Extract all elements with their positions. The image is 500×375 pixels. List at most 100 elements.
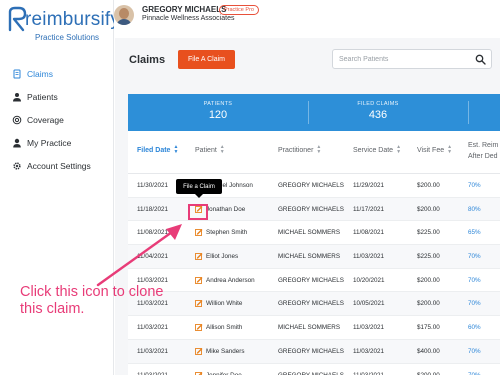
cell-est-reimbursement: 70% [468,182,481,189]
stat-label: PATIENTS [203,101,233,107]
clone-claim-icon[interactable] [195,299,203,308]
document-icon [11,68,22,79]
cell-est-reimbursement: 70% [468,371,481,375]
cell-filed-date: 11/03/2021 [137,371,169,375]
cell-est-reimbursement: 80% [468,205,481,213]
annotation-text: Click this icon to clone this claim. [20,284,164,317]
cell-patient[interactable]: Willion White [206,300,242,307]
cell-visit-fee: $225.00 [417,253,440,261]
cell-filed-date: 11/03/2021 [137,347,169,355]
coverage-icon [11,114,22,125]
header-filed-date[interactable]: Filed Date ▲ ▼ [137,145,178,155]
search-icon[interactable] [475,54,486,65]
sidebar-item-claims[interactable]: Claims [0,62,114,85]
top-bar: GREGORY MICHAELS Practice Pro Pinnacle W… [114,0,500,38]
header-patient[interactable]: Patient ▲ ▼ [195,145,225,155]
users-icon [11,91,22,102]
table-row[interactable]: 11/03/2021 Jennifer Doe GREGORY MICHAELS 11… [128,364,500,375]
sidebar-item-label: My Practice [27,137,72,148]
cell-filed-date: 11/30/2021 [137,182,169,189]
sidebar-nav: Claims Patients Coverage My Practice Acc… [0,62,114,177]
clone-claim-icon[interactable] [195,323,203,332]
cell-patient[interactable]: Jennifer Doe [206,372,242,375]
cell-filed-date: 11/03/2021 [137,324,169,332]
brand-subtitle: Practice Solutions [35,33,100,42]
header-practitioner[interactable]: Practitioner ▲ ▼ [278,145,321,155]
header-service-date[interactable]: Service Date ▲ ▼ [353,145,401,155]
cell-visit-fee: $200.00 [417,182,440,189]
cell-visit-fee: $200.00 [417,300,440,308]
cell-patient[interactable]: Jonathan Doe [206,206,245,213]
cell-patient[interactable]: Allison Smith [206,324,242,331]
stat-divider [468,101,469,124]
stat-divider [308,101,309,124]
logo[interactable]: reimbursify Practice Solutions [6,6,120,46]
sidebar-item-account-settings[interactable]: Account Settings [0,154,114,177]
header-est-reimbursement[interactable]: Est. Reim After Ded [468,140,498,162]
stat-patients: PATIENTS 120 [173,101,263,121]
sidebar-item-coverage[interactable]: Coverage [0,108,114,131]
brand-name: reimbursify [25,9,121,30]
main-content: Claims File A Claim PATIENTS 120 FILED C… [115,38,500,375]
cell-practitioner: GREGORY MICHAELS [278,276,344,284]
cell-practitioner: GREGORY MICHAELS [278,182,344,189]
page-title: Claims [129,54,166,66]
plan-badge: Practice Pro [219,5,259,15]
sidebar: reimbursify Practice Solutions Claims Pa… [0,0,120,375]
cell-est-reimbursement: 70% [468,347,481,355]
cell-patient[interactable]: Stephen Smith [206,229,247,236]
sidebar-item-my-practice[interactable]: My Practice [0,131,114,154]
cell-service-date: 11/29/2021 [353,182,385,189]
table-row[interactable]: 11/03/2021 Mike Sanders GREGORY MICHAELS 11… [128,339,500,364]
table-row[interactable]: 11/03/2021 Allison Smith MICHAEL SOMMERS 11… [128,316,500,340]
sidebar-item-patients[interactable]: Patients [0,85,114,108]
cell-filed-date: 11/04/2021 [137,253,169,261]
clone-claim-icon[interactable] [195,228,203,237]
stat-value: 120 [208,109,228,121]
cell-filed-date: 11/18/2021 [137,205,169,213]
cell-service-date: 11/17/2021 [353,205,385,213]
search-input[interactable] [339,53,464,66]
avatar[interactable] [114,5,134,25]
cell-patient[interactable]: Mike Sanders [206,348,245,355]
cell-service-date: 10/20/2021 [353,276,385,284]
cell-visit-fee: $400.00 [417,347,440,355]
stat-label: FILED CLAIMS [357,101,399,107]
cell-visit-fee: $200.00 [417,371,440,375]
table-row[interactable]: 11/18/2021 Jonathan Doe GREGORY MICHAELS 11… [128,197,500,222]
person-icon [11,137,22,148]
cell-practitioner: GREGORY MICHAELS [278,371,344,375]
cell-patient[interactable]: Andrea Anderson [206,277,255,284]
cell-visit-fee: $225.00 [417,229,440,237]
file-claim-button[interactable]: File A Claim [178,50,235,69]
cell-est-reimbursement: 65% [468,229,481,237]
clone-claim-icon[interactable] [195,252,203,261]
table-header: Filed Date ▲ ▼ Patient ▲ ▼ Practitioner ▲ ▼ Se… [128,131,500,174]
sidebar-item-label: Coverage [27,114,64,125]
stat-filed-claims: FILED CLAIMS 436 [333,101,423,121]
cell-service-date: 11/03/2021 [353,324,385,332]
clone-claim-icon[interactable] [195,371,203,375]
cell-service-date: 11/08/2021 [353,229,385,237]
cell-visit-fee: $200.00 [417,276,440,284]
stats-banner: PATIENTS 120 FILED CLAIMS 436 [128,94,500,131]
table-row[interactable]: 11/08/2021 Stephen Smith MICHAEL SOMMERS 11… [128,221,500,246]
clone-claim-icon[interactable] [195,276,203,284]
header-visit-fee[interactable]: Visit Fee ▲ ▼ [417,145,452,155]
claims-table: Filed Date ▲ ▼ Patient ▲ ▼ Practitioner ▲ ▼ Se… [128,131,500,375]
clone-claim-icon[interactable] [195,347,203,355]
search-box[interactable] [332,49,492,69]
tooltip: File a Claim [176,179,222,198]
table-row[interactable]: 11/04/2021 Elliot Jones MICHAEL SOMMERS 11/… [128,245,500,269]
table-body: 11/30/2021 Samuel Johnson GREGORY MICHAELS… [128,174,500,375]
cell-est-reimbursement: 70% [468,276,481,284]
cell-filed-date: 11/03/2021 [137,276,169,284]
cell-practitioner: MICHAEL SOMMERS [278,253,341,261]
cell-visit-fee: $200.00 [417,205,440,213]
cell-practitioner: GREGORY MICHAELS [278,300,344,308]
cell-patient[interactable]: Elliot Jones [206,253,238,260]
cell-service-date: 11/03/2021 [353,253,385,261]
sidebar-item-label: Patients [27,91,58,102]
user-name: GREGORY MICHAELS [142,5,227,14]
gear-icon [11,160,22,171]
